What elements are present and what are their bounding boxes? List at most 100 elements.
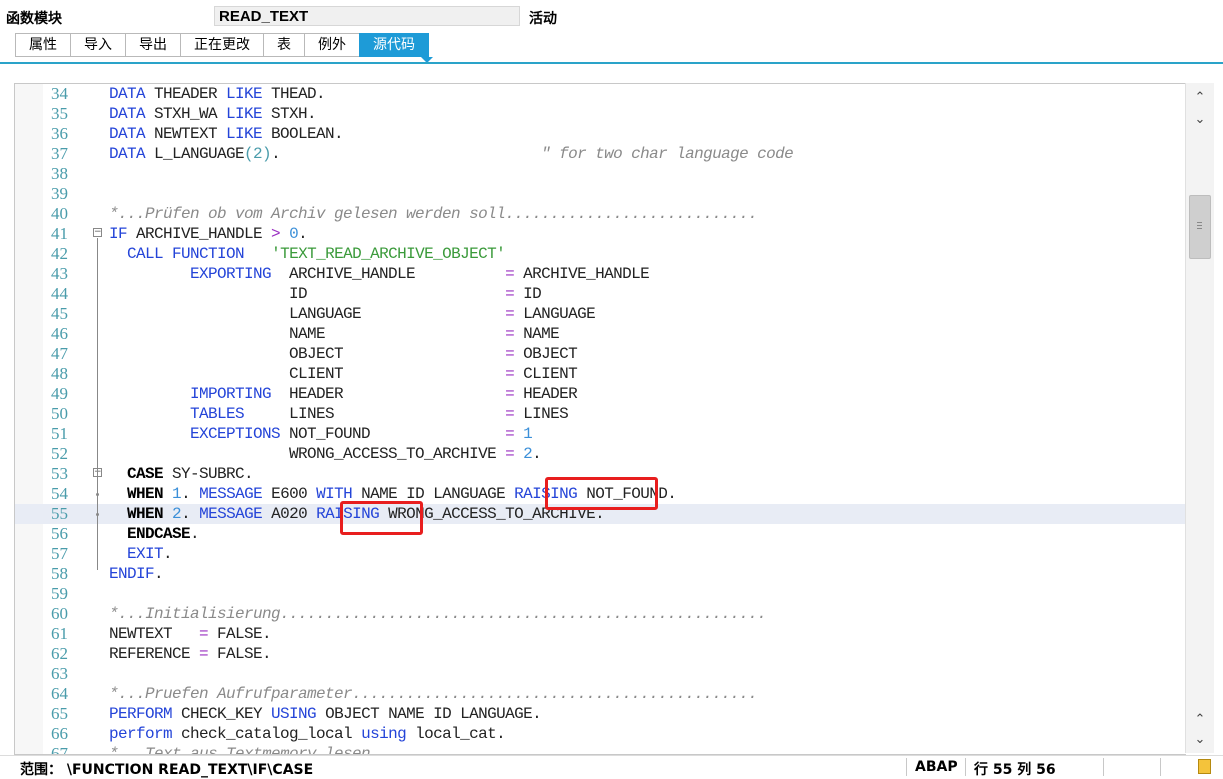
line-number: 64 [51, 684, 68, 703]
tab-5[interactable]: 例外 [304, 33, 359, 57]
code-line[interactable]: 64 *...Pruefen Aufrufparameter...........… [15, 684, 1186, 704]
status-separator [965, 758, 966, 776]
code-line[interactable]: 49 IMPORTING HEADER = HEADER [15, 384, 1186, 404]
code-line[interactable]: 43 EXPORTING ARCHIVE_HANDLE = ARCHIVE_HA… [15, 264, 1186, 284]
code-line[interactable]: 38 [15, 164, 1186, 184]
code-line[interactable]: 45 LANGUAGE = LANGUAGE [15, 304, 1186, 324]
code-line[interactable]: 41 − IF ARCHIVE_HANDLE > 0. [15, 224, 1186, 244]
line-number: 35 [51, 104, 68, 123]
code-line[interactable]: 39 [15, 184, 1186, 204]
grip-line [1197, 228, 1202, 229]
code-text: CALL FUNCTION 'TEXT_READ_ARCHIVE_OBJECT' [127, 245, 506, 263]
code-line[interactable]: 65 PERFORM CHECK_KEY USING OBJECT NAME ID… [15, 704, 1186, 724]
grip-line [1197, 222, 1202, 223]
line-number: 60 [51, 604, 68, 623]
code-text: ENDCASE. [127, 525, 200, 543]
code-editor[interactable]: 34 DATA THEADER LIKE THEAD. 35 DATA STXH_WA… [14, 83, 1186, 755]
code-text: NAME = NAME [109, 325, 560, 343]
line-number: 36 [51, 124, 68, 143]
status-separator [1160, 758, 1161, 776]
tab-6[interactable]: 源代码 [359, 33, 429, 57]
scrollbar-thumb[interactable] [1189, 195, 1211, 259]
code-line[interactable]: 36 DATA NEWTEXT LIKE BOOLEAN. [15, 124, 1186, 144]
code-line[interactable]: 63 [15, 664, 1186, 684]
line-number: 39 [51, 184, 68, 203]
scroll-down-top-icon[interactable]: ⌄ [1192, 113, 1208, 127]
code-line[interactable]: 67 *...Text aus Textmemory lesen [15, 744, 1186, 755]
code-line[interactable]: 34 DATA THEADER LIKE THEAD. [15, 84, 1186, 104]
code-text: TABLES LINES = LINES [190, 405, 569, 423]
grip-line [1197, 225, 1202, 226]
code-line[interactable]: 52 WRONG_ACCESS_TO_ARCHIVE = 2. [15, 444, 1186, 464]
code-text: OBJECT = OBJECT [109, 345, 578, 363]
function-name-field[interactable]: READ_TEXT [214, 6, 520, 26]
code-line[interactable]: 48 CLIENT = CLIENT [15, 364, 1186, 384]
code-line[interactable]: 61 NEWTEXT = FALSE. [15, 624, 1186, 644]
code-line[interactable]: 47 OBJECT = OBJECT [15, 344, 1186, 364]
line-number: 45 [51, 304, 68, 323]
code-text: ID = ID [109, 285, 542, 303]
code-text: LANGUAGE = LANGUAGE [109, 305, 596, 323]
highlight-box [340, 501, 423, 535]
code-line[interactable]: 60 *...Initialisierung...................… [15, 604, 1186, 624]
status-separator [1103, 758, 1104, 776]
scroll-up-top-icon[interactable]: ⌃ [1192, 91, 1208, 105]
code-text: DATA STXH_WA LIKE STXH. [109, 105, 317, 123]
highlight-box [545, 477, 658, 510]
tab-0[interactable]: 属性 [15, 33, 70, 57]
notes-icon[interactable] [1198, 759, 1211, 774]
status-separator [906, 758, 907, 776]
line-number: 54 [51, 484, 68, 503]
code-text: IF ARCHIVE_HANDLE > 0. [109, 225, 308, 243]
tab-divider [0, 62, 1223, 64]
code-line[interactable]: 51 EXCEPTIONS NOT_FOUND = 1 [15, 424, 1186, 444]
fold-toggle-icon[interactable]: − [93, 228, 102, 237]
line-number: 62 [51, 644, 68, 663]
code-line[interactable]: 57 EXIT. [15, 544, 1186, 564]
code-text: DATA NEWTEXT LIKE BOOLEAN. [109, 125, 344, 143]
fold-guide [97, 478, 98, 548]
code-line[interactable]: 37 DATA L_LANGUAGE(2). " for two char lan… [15, 144, 1186, 164]
code-line[interactable]: 35 DATA STXH_WA LIKE STXH. [15, 104, 1186, 124]
code-text: NEWTEXT = FALSE. [109, 625, 272, 643]
code-line[interactable]: 42 CALL FUNCTION 'TEXT_READ_ARCHIVE_OBJE… [15, 244, 1186, 264]
code-line[interactable]: 58 ENDIF. [15, 564, 1186, 584]
code-line[interactable]: 59 [15, 584, 1186, 604]
header-bar: 函数模块 READ_TEXT 活动 [0, 0, 1223, 33]
line-number: 47 [51, 344, 68, 363]
line-number: 42 [51, 244, 68, 263]
line-number: 57 [51, 544, 68, 563]
code-line[interactable]: 46 NAME = NAME [15, 324, 1186, 344]
tab-3[interactable]: 正在更改 [180, 33, 263, 57]
scroll-up-bottom-icon[interactable]: ⌃ [1192, 713, 1208, 727]
code-text: REFERENCE = FALSE. [109, 645, 272, 663]
tab-2[interactable]: 导出 [125, 33, 180, 57]
code-text: EXPORTING ARCHIVE_HANDLE = ARCHIVE_HANDL… [190, 265, 650, 283]
code-line[interactable]: 40 *...Prüfen ob vom Archiv gelesen werde… [15, 204, 1186, 224]
line-number: 52 [51, 444, 68, 463]
code-line[interactable]: 66 perform check_catalog_local using loca… [15, 724, 1186, 744]
code-text: *...Prüfen ob vom Archiv gelesen werden … [109, 205, 758, 223]
tab-4[interactable]: 表 [263, 33, 304, 57]
code-text: DATA THEADER LIKE THEAD. [109, 85, 326, 103]
scroll-down-bottom-icon[interactable]: ⌄ [1192, 733, 1208, 747]
line-number: 44 [51, 284, 68, 303]
code-text: CLIENT = CLIENT [109, 365, 578, 383]
line-number: 38 [51, 164, 68, 183]
code-line[interactable]: 62 REFERENCE = FALSE. [15, 644, 1186, 664]
line-number: 55 [51, 504, 68, 523]
code-text: *...Text aus Textmemory lesen [109, 745, 371, 755]
code-line[interactable]: 50 TABLES LINES = LINES [15, 404, 1186, 424]
code-line[interactable]: 56 ENDCASE. [15, 524, 1186, 544]
line-number: 66 [51, 724, 68, 743]
code-text: PERFORM CHECK_KEY USING OBJECT NAME ID L… [109, 705, 542, 723]
line-number: 48 [51, 364, 68, 383]
code-line[interactable]: 44 ID = ID [15, 284, 1186, 304]
line-number: 56 [51, 524, 68, 543]
line-number: 65 [51, 704, 68, 723]
line-number: 46 [51, 324, 68, 343]
vertical-scrollbar[interactable]: ⌃ ⌄ ⌃ ⌄ [1185, 83, 1214, 753]
code-text: *...Initialisierung.....................… [109, 605, 767, 623]
tab-1[interactable]: 导入 [70, 33, 125, 57]
line-number: 59 [51, 584, 68, 603]
